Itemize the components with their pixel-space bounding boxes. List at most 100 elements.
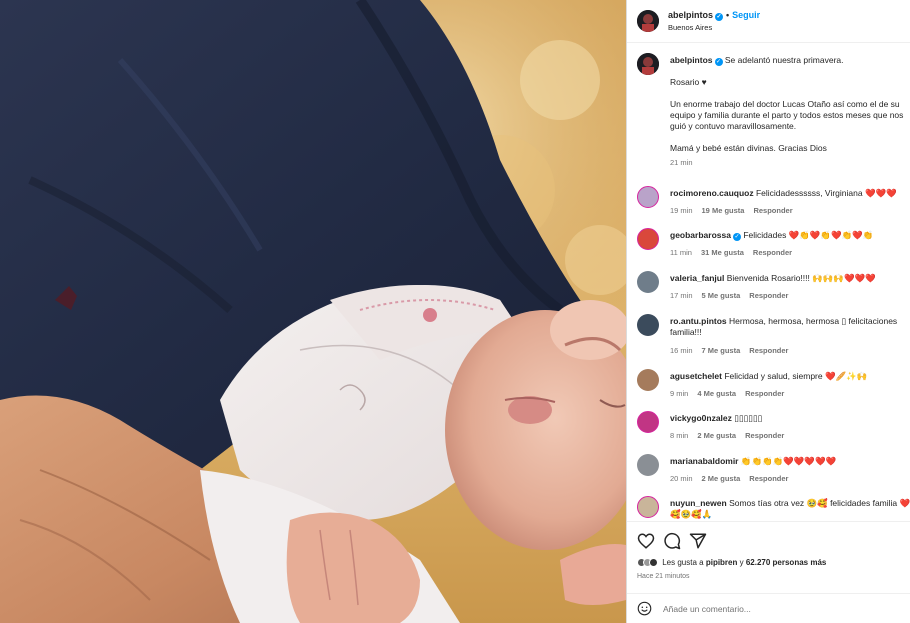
likes-summary: Les gusta a pipibren y 62.270 personas m… xyxy=(637,558,827,568)
reply-button[interactable]: Responder xyxy=(753,248,792,257)
liked-by-user[interactable]: pipibren xyxy=(706,558,738,567)
comment-time: 20 min xyxy=(670,474,693,483)
commenter-avatar[interactable] xyxy=(637,228,659,250)
liked-by-prefix: Les gusta a xyxy=(662,558,706,567)
comment-input[interactable] xyxy=(663,599,893,619)
commenter-username[interactable]: ro.antu.pintos xyxy=(670,316,727,326)
reply-button[interactable]: Responder xyxy=(749,291,788,300)
comment-item: valeria_fanjul Bienvenida Rosario!!!! 🙌🙌… xyxy=(627,271,910,311)
verified-badge-icon: ✓ xyxy=(714,58,723,66)
caption-author-avatar[interactable] xyxy=(637,53,659,75)
comment-likes[interactable]: 4 Me gusta xyxy=(697,389,736,398)
comment-time: 8 min xyxy=(670,431,689,440)
commenter-username[interactable]: agusetchelet xyxy=(670,371,722,381)
verified-badge-icon: ✓ xyxy=(732,233,741,241)
comment-body: Felicidad y salud, siempre ❤️🥖✨🙌 xyxy=(724,371,868,381)
commenter-avatar[interactable] xyxy=(637,271,659,293)
commenter-username[interactable]: marianabaldomir xyxy=(670,456,739,466)
post-actions: Les gusta a pipibren y 62.270 personas m… xyxy=(627,521,910,601)
comment-meta: 16 min 7 Me gusta Responder xyxy=(670,346,797,355)
comment-body: Bienvenida Rosario!!!! 🙌🙌🙌❤️❤️❤️ xyxy=(726,273,876,283)
post-side-panel: abelpintos ✓ • Seguir Buenos Aires abelpint… xyxy=(626,0,910,623)
comment-time: 11 min xyxy=(670,248,692,257)
post-image xyxy=(0,0,626,623)
comment-item: rocimoreno.cauquoz Felicidadessssss, Vir… xyxy=(627,186,910,226)
comment-text: marianabaldomir 👏👏👏👏❤️❤️❤️❤️❤️ xyxy=(670,456,910,467)
commenter-avatar[interactable] xyxy=(637,496,659,518)
comment-likes[interactable]: 7 Me gusta xyxy=(702,346,741,355)
comment-likes[interactable]: 2 Me gusta xyxy=(697,431,736,440)
comment-item: ro.antu.pintos Hermosa, hermosa, hermosa… xyxy=(627,314,910,362)
post-time-ago: Hace 21 minutos xyxy=(637,573,690,580)
comment-likes[interactable]: 5 Me gusta xyxy=(702,291,741,300)
commenter-avatar[interactable] xyxy=(637,314,659,336)
instagram-post-view: abelpintos ✓ • Seguir Buenos Aires abelpint… xyxy=(0,0,910,623)
caption-time: 21 min xyxy=(670,158,693,167)
caption-line: Rosario ♥ xyxy=(670,77,707,87)
comment-meta: 8 min 2 Me gusta Responder xyxy=(670,431,793,440)
separator-dot: • xyxy=(726,10,730,20)
comment-meta: 9 min 4 Me gusta Responder xyxy=(670,389,793,398)
comment-meta: 17 min 5 Me gusta Responder xyxy=(670,291,797,300)
comment-text: rocimoreno.cauquoz Felicidadessssss, Vir… xyxy=(670,188,910,199)
commenter-avatar[interactable] xyxy=(637,186,659,208)
comment-item: geobarbarossa ✓ Felicidades ❤️👏❤️👏❤️👏❤️👏 … xyxy=(627,228,910,268)
comment-text: vickygo0nzalez ▯▯▯▯▯▯ xyxy=(670,413,910,424)
comment-likes[interactable]: 31 Me gusta xyxy=(701,248,744,257)
comment-likes[interactable]: 2 Me gusta xyxy=(702,474,741,483)
commenter-username[interactable]: rocimoreno.cauquoz xyxy=(670,188,754,198)
commenter-avatar[interactable] xyxy=(637,454,659,476)
post-header: abelpintos ✓ • Seguir Buenos Aires xyxy=(627,0,910,43)
caption-username[interactable]: abelpintos xyxy=(670,55,713,65)
comment-time: 19 min xyxy=(670,206,693,215)
commenter-username[interactable]: geobarbarossa xyxy=(670,230,731,240)
comment-meta: 19 min 19 Me gusta Responder xyxy=(670,206,802,215)
reply-button[interactable]: Responder xyxy=(745,389,784,398)
heart-icon[interactable] xyxy=(637,532,655,550)
likes-count[interactable]: 62.270 personas más xyxy=(746,558,827,567)
caption-line: Mamá y bebé están divinas. Gracias Dios xyxy=(670,143,827,153)
author-line: abelpintos ✓ • Seguir xyxy=(668,10,760,21)
reply-button[interactable]: Responder xyxy=(745,431,784,440)
caption-line: guió y contuvo maravillosamente. xyxy=(670,121,797,131)
comment-body: 👏👏👏👏❤️❤️❤️❤️❤️ xyxy=(740,456,837,466)
follow-button[interactable]: Seguir xyxy=(732,10,760,20)
post-location[interactable]: Buenos Aires xyxy=(668,23,712,32)
verified-badge-icon: ✓ xyxy=(715,13,724,21)
author-avatar[interactable] xyxy=(637,10,659,32)
comment-body: Hermosa, hermosa, hermosa ▯ felicitacion… xyxy=(729,316,898,326)
comment-likes[interactable]: 19 Me gusta xyxy=(702,206,745,215)
commenter-username[interactable]: nuyun_newen xyxy=(670,498,727,508)
comments-scroll-area[interactable]: abelpintos ✓ Se adelantó nuestra primaver… xyxy=(627,44,910,520)
comment-time: 9 min xyxy=(670,389,689,398)
reply-button[interactable]: Responder xyxy=(753,206,792,215)
liked-by-avatars xyxy=(637,558,658,568)
author-username[interactable]: abelpintos xyxy=(668,10,713,20)
post-photo[interactable] xyxy=(0,0,626,623)
commenter-avatar[interactable] xyxy=(637,369,659,391)
comment-text: geobarbarossa ✓ Felicidades ❤️👏❤️👏❤️👏❤️👏 xyxy=(670,230,910,241)
comment-body: Somos tías otra vez 🥹🥰 felicidades famil… xyxy=(729,498,910,508)
reply-button[interactable]: Responder xyxy=(749,474,788,483)
caption-line: equipo y familia durante el parto y todo… xyxy=(670,110,904,120)
comment-meta: 11 min 31 Me gusta Responder xyxy=(670,248,801,257)
caption-line: Se adelantó nuestra primavera. xyxy=(724,55,844,65)
liked-by-suffix: y xyxy=(737,558,746,567)
comment-text: valeria_fanjul Bienvenida Rosario!!!! 🙌🙌… xyxy=(670,273,910,284)
comment-text: ro.antu.pintos Hermosa, hermosa, hermosa… xyxy=(670,316,910,338)
emoji-icon[interactable] xyxy=(637,601,652,616)
comment-item: marianabaldomir 👏👏👏👏❤️❤️❤️❤️❤️ 20 min 2 M… xyxy=(627,454,910,494)
comment-item: vickygo0nzalez ▯▯▯▯▯▯ 8 min 2 Me gusta Res… xyxy=(627,411,910,451)
reply-button[interactable]: Responder xyxy=(749,346,788,355)
comment-icon[interactable] xyxy=(663,532,681,550)
comment-body-continued: familia!!! xyxy=(670,327,702,337)
comment-item: nuyun_newen Somos tías otra vez 🥹🥰 felic… xyxy=(627,496,910,520)
commenter-username[interactable]: vickygo0nzalez xyxy=(670,413,732,423)
share-icon[interactable] xyxy=(689,532,707,550)
commenter-username[interactable]: valeria_fanjul xyxy=(670,273,724,283)
caption-text: abelpintos ✓ Se adelantó nuestra primaver… xyxy=(670,55,910,168)
commenter-avatar[interactable] xyxy=(637,411,659,433)
